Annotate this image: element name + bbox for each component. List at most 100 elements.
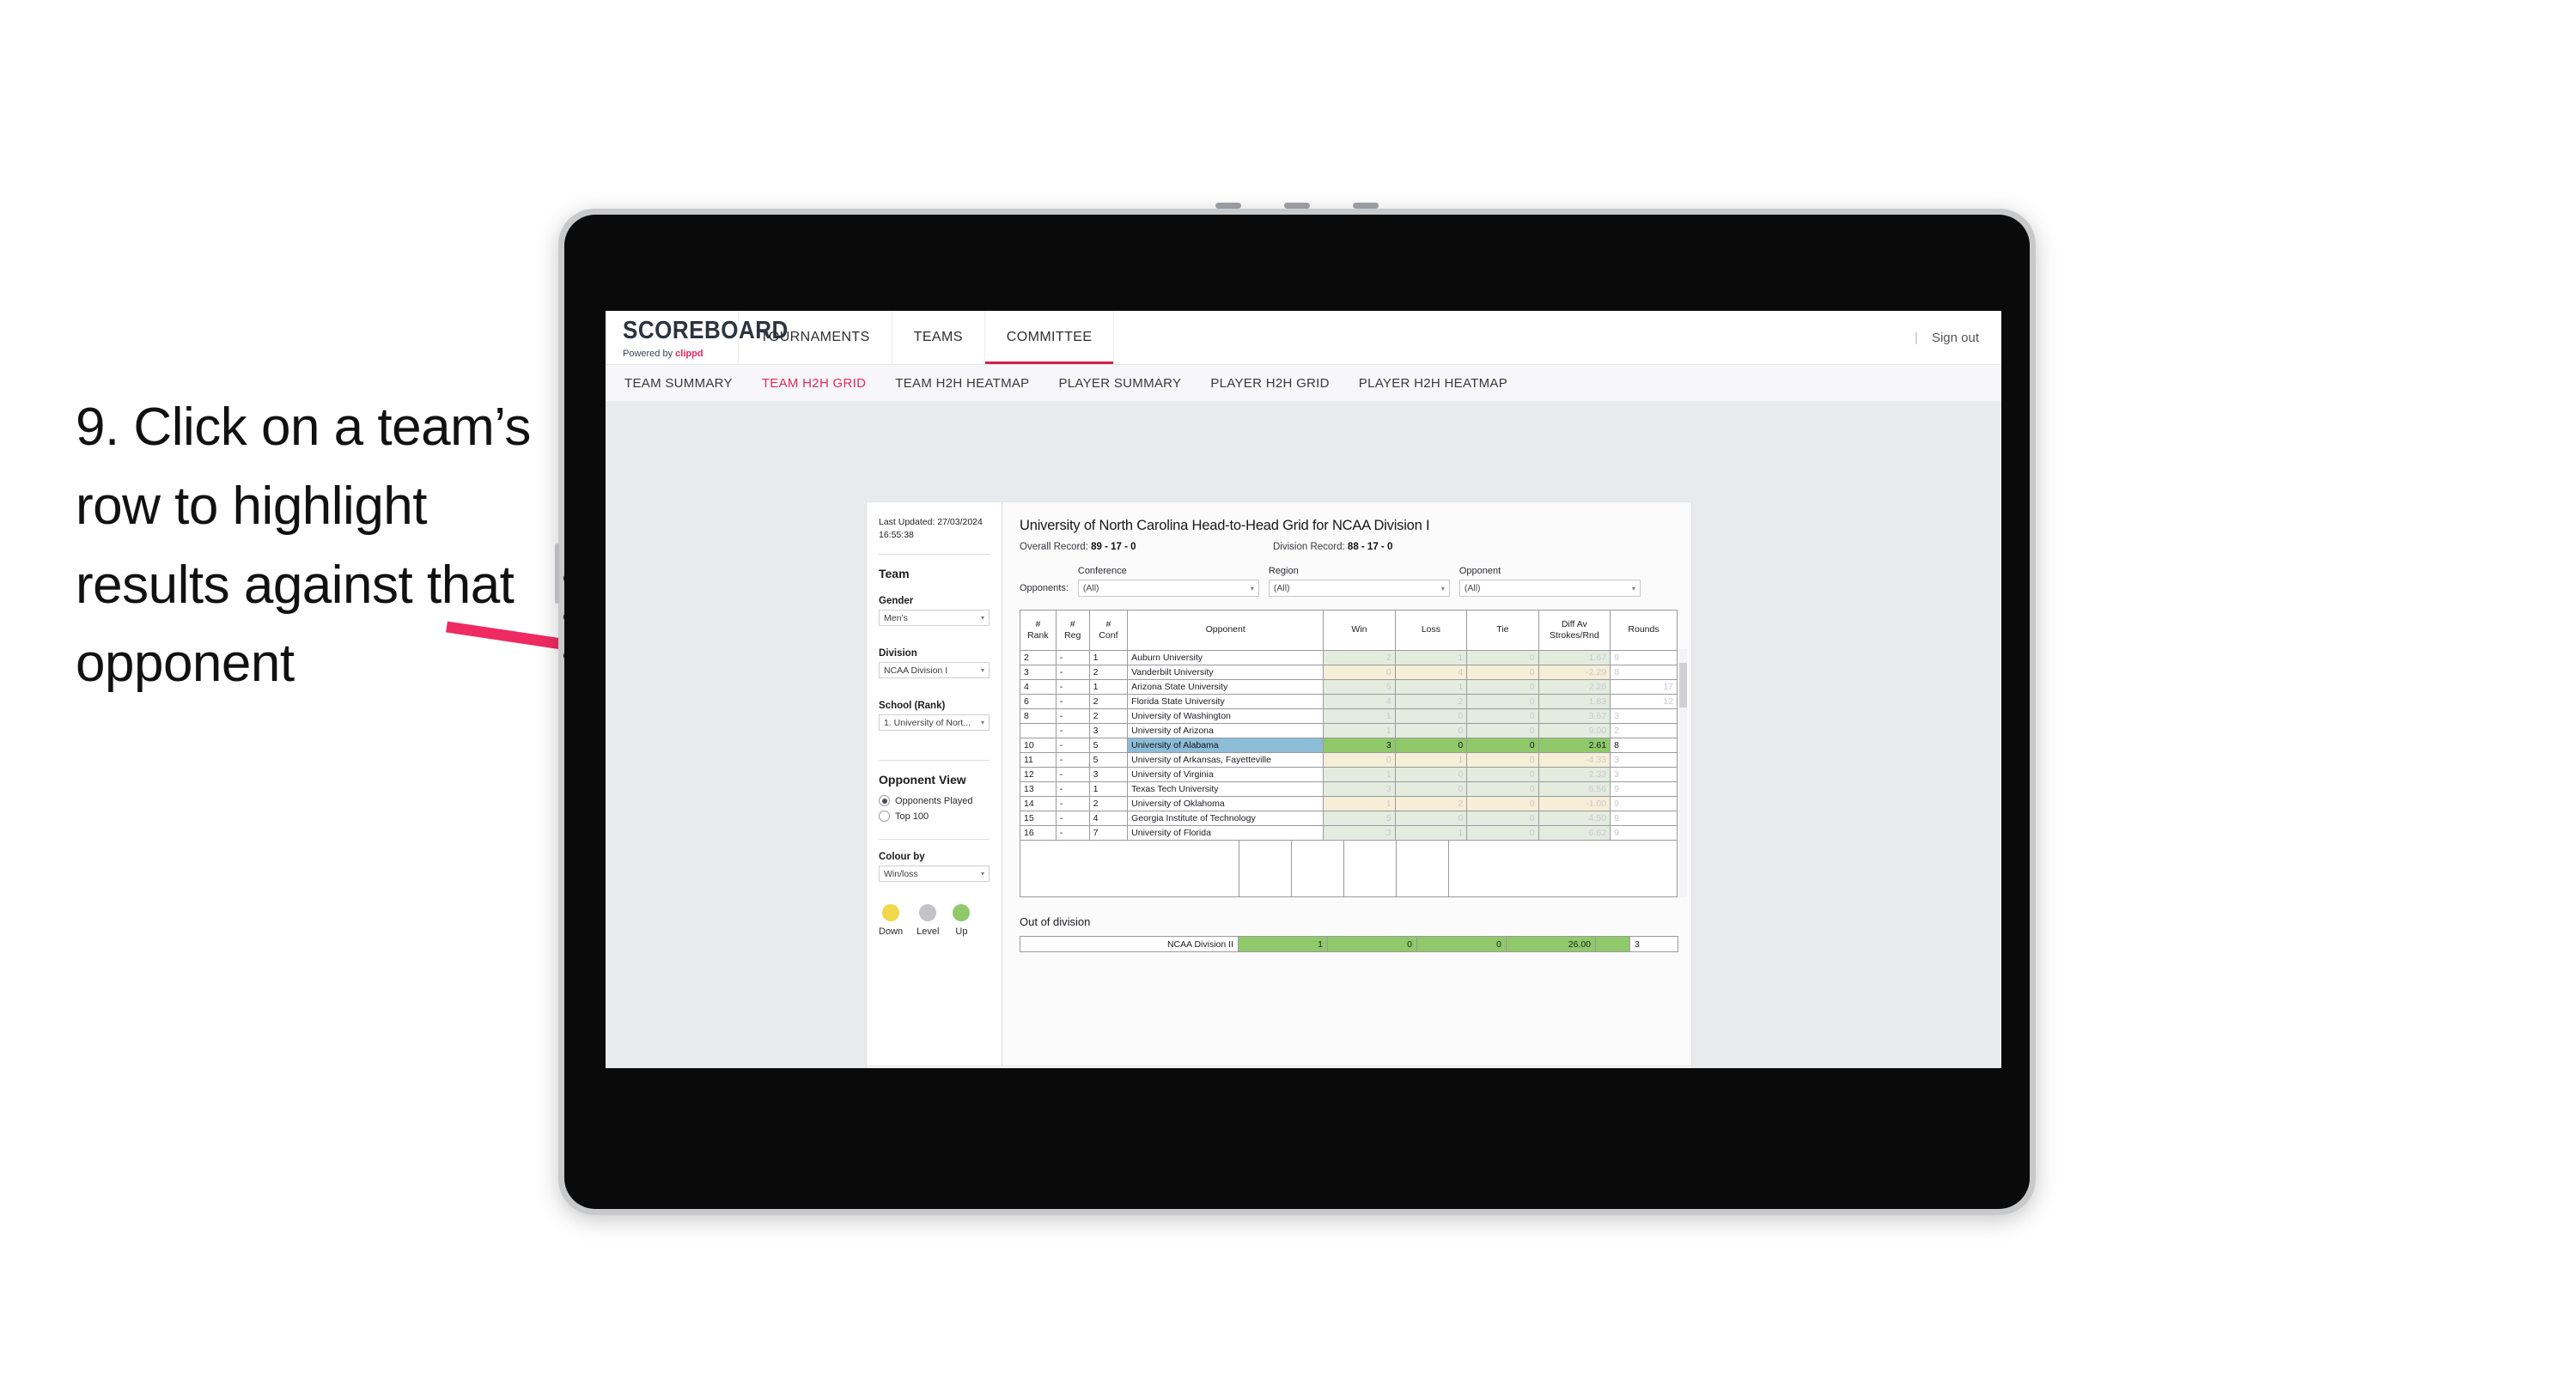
cell-rounds: 8: [1610, 665, 1678, 680]
col-reg[interactable]: # Reg: [1055, 610, 1090, 651]
cell-diff: -4.33: [1538, 752, 1611, 768]
subnav-player-h2h-grid[interactable]: PLAYER H2H GRID: [1210, 376, 1329, 391]
topnav-tournaments[interactable]: TOURNAMENTS: [739, 311, 892, 364]
cell-rounds: 9: [1610, 650, 1678, 665]
cell-conf: 2: [1088, 665, 1129, 680]
subnav-player-h2h-heatmap[interactable]: PLAYER H2H HEATMAP: [1359, 376, 1507, 391]
out-of-division-title: Out of division: [1020, 915, 1091, 928]
table-row[interactable]: 14-2 University of Oklahoma 1 2 0 -1.00 9: [1020, 796, 1678, 811]
radio-top-100[interactable]: Top 100: [879, 811, 990, 823]
gender-field: Gender Men’s ▾: [879, 596, 990, 627]
topnav-teams[interactable]: TEAMS: [892, 311, 985, 364]
cell-rank: 12: [1020, 767, 1057, 782]
subnav-player-summary[interactable]: PLAYER SUMMARY: [1058, 376, 1181, 391]
radio-opponents-played[interactable]: Opponents Played: [879, 795, 990, 807]
col-rank-l1: #: [1035, 618, 1041, 629]
colour-by-select[interactable]: Win/loss ▾: [879, 866, 990, 883]
table-row[interactable]: 2-1 Auburn University 2 1 0 1.67 9: [1020, 650, 1678, 665]
legend-item-up: Up: [953, 904, 971, 937]
scoreboard-logo[interactable]: SCOREBOARD Powered by clippd: [606, 311, 788, 364]
grid-scrollbar-thumb[interactable]: [1679, 663, 1687, 708]
cell-diff: 2.33: [1538, 767, 1611, 782]
cell-loss: 0: [1394, 811, 1468, 826]
ood-tie: 0: [1416, 936, 1507, 952]
division-select[interactable]: NCAA Division I ▾: [879, 662, 990, 679]
col-loss[interactable]: Loss: [1394, 610, 1468, 651]
col-rounds[interactable]: Rounds: [1610, 610, 1678, 651]
cell-tie: 0: [1466, 694, 1539, 709]
cell-rank: 11: [1020, 752, 1057, 768]
colour-legend: Down Level Up: [879, 904, 990, 954]
subnav-team-h2h-heatmap[interactable]: TEAM H2H HEATMAP: [895, 376, 1029, 391]
cell-conf: 1: [1088, 679, 1129, 695]
cell-tie: 0: [1466, 796, 1539, 811]
cell-win: 3: [1323, 825, 1396, 841]
topnav-committee[interactable]: COMMITTEE: [984, 311, 1115, 364]
conference-filter-select[interactable]: (All) ▾: [1077, 580, 1259, 597]
device-screen-bezel: SCOREBOARD Powered by clippd TOURNAMENTS…: [564, 215, 2030, 1209]
division-field: Division NCAA Division I ▾: [879, 648, 990, 679]
cell-opponent: Auburn University: [1127, 650, 1325, 665]
col-tie[interactable]: Tie: [1466, 610, 1539, 651]
table-row[interactable]: 13-1 Texas Tech University 3 0 0 5.56 9: [1020, 781, 1678, 797]
table-row[interactable]: -3 University of Arizona 1 0 0 9.00 2: [1020, 723, 1678, 738]
school-label: School (Rank): [879, 701, 946, 712]
school-field: School (Rank) 1. University of Nort... ▾: [879, 701, 990, 732]
cell-reg: -: [1055, 796, 1090, 811]
cell-reg: -: [1055, 665, 1090, 680]
col-opponent[interactable]: Opponent: [1127, 610, 1325, 651]
report-area: University of North Carolina Head-to-Hea…: [1002, 502, 1691, 1066]
col-win[interactable]: Win: [1323, 610, 1396, 651]
region-filter-select[interactable]: (All) ▾: [1268, 580, 1450, 597]
gender-label: Gender: [879, 596, 914, 607]
table-row[interactable]: 10-5 University of Alabama 3 0 0 2.61 8: [1020, 738, 1678, 753]
col-diff[interactable]: Diff Av Strokes/Rnd: [1538, 610, 1611, 651]
school-select[interactable]: 1. University of Nort... ▾: [879, 714, 990, 732]
subnav-team-summary[interactable]: TEAM SUMMARY: [624, 376, 733, 391]
cell-opponent: University of Oklahoma: [1127, 796, 1325, 811]
cell-opponent: Georgia Institute of Technology: [1127, 811, 1325, 826]
overall-record: Overall Record: 89 - 17 - 0: [1020, 542, 1273, 552]
table-row[interactable]: 12-3 University of Virginia 1 0 0 2.33 3: [1020, 767, 1678, 782]
radio-on-icon: [879, 795, 890, 807]
grid-empty-footer: [1020, 841, 1678, 897]
record-summary-row: Overall Record: 89 - 17 - 0 Division Rec…: [1020, 542, 1674, 552]
ood-loss: 0: [1327, 936, 1417, 952]
gender-select[interactable]: Men’s ▾: [879, 610, 990, 627]
table-row[interactable]: 8-2 University of Washington 1 0 0 3.67 3: [1020, 708, 1678, 724]
cell-rounds: 3: [1610, 708, 1678, 724]
cell-opponent: Florida State University: [1127, 694, 1325, 709]
col-reg-l1: #: [1069, 618, 1075, 629]
col-rank[interactable]: # Rank: [1020, 610, 1057, 651]
tablet-device-frame: SCOREBOARD Powered by clippd TOURNAMENTS…: [555, 202, 2036, 1215]
chevron-down-icon: ▾: [980, 614, 984, 623]
cell-diff: -1.00: [1538, 796, 1611, 811]
table-row[interactable]: 15-4 Georgia Institute of Technology 5 0 0 4.…: [1020, 811, 1678, 826]
panel-divider-1: [879, 554, 990, 556]
chevron-down-icon: ▾: [980, 666, 984, 675]
cell-diff: 5.56: [1538, 781, 1611, 797]
chevron-down-icon: ▾: [980, 719, 984, 727]
table-row[interactable]: 16-7 University of Florida 3 1 0 6.62 9: [1020, 825, 1678, 841]
cell-reg: -: [1055, 694, 1090, 709]
cell-loss: 4: [1394, 665, 1468, 680]
table-row[interactable]: 6-2 Florida State University 4 2 0 1.83 12: [1020, 694, 1678, 709]
cell-reg: -: [1055, 752, 1090, 768]
table-row[interactable]: 3-2 Vanderbilt University 0 4 0 -2.29 8: [1020, 665, 1678, 680]
conference-filter-caption: Conference: [1077, 566, 1127, 576]
cell-opponent: University of Florida: [1127, 825, 1325, 841]
cell-tie: 0: [1466, 811, 1539, 826]
col-conf[interactable]: # Conf: [1088, 610, 1129, 651]
device-volume-button: [555, 544, 559, 604]
table-row[interactable]: 4-1 Arizona State University 5 1 0 2.28 17: [1020, 679, 1678, 695]
cell-reg: -: [1055, 767, 1090, 782]
cell-reg: -: [1055, 781, 1090, 797]
logo-tagline: Powered by clippd: [623, 349, 738, 359]
colour-by-value: Win/loss: [884, 868, 918, 879]
out-of-division-row[interactable]: NCAA Division II 1 0 0 26.00 3: [1020, 936, 1678, 952]
sign-out-link[interactable]: Sign out: [1932, 331, 1979, 345]
opponent-filter-select[interactable]: (All) ▾: [1459, 580, 1641, 597]
cell-rank: [1020, 723, 1057, 738]
subnav-team-h2h-grid[interactable]: TEAM H2H GRID: [762, 376, 866, 391]
table-row[interactable]: 11-5 University of Arkansas, Fayetteville…: [1020, 752, 1678, 768]
